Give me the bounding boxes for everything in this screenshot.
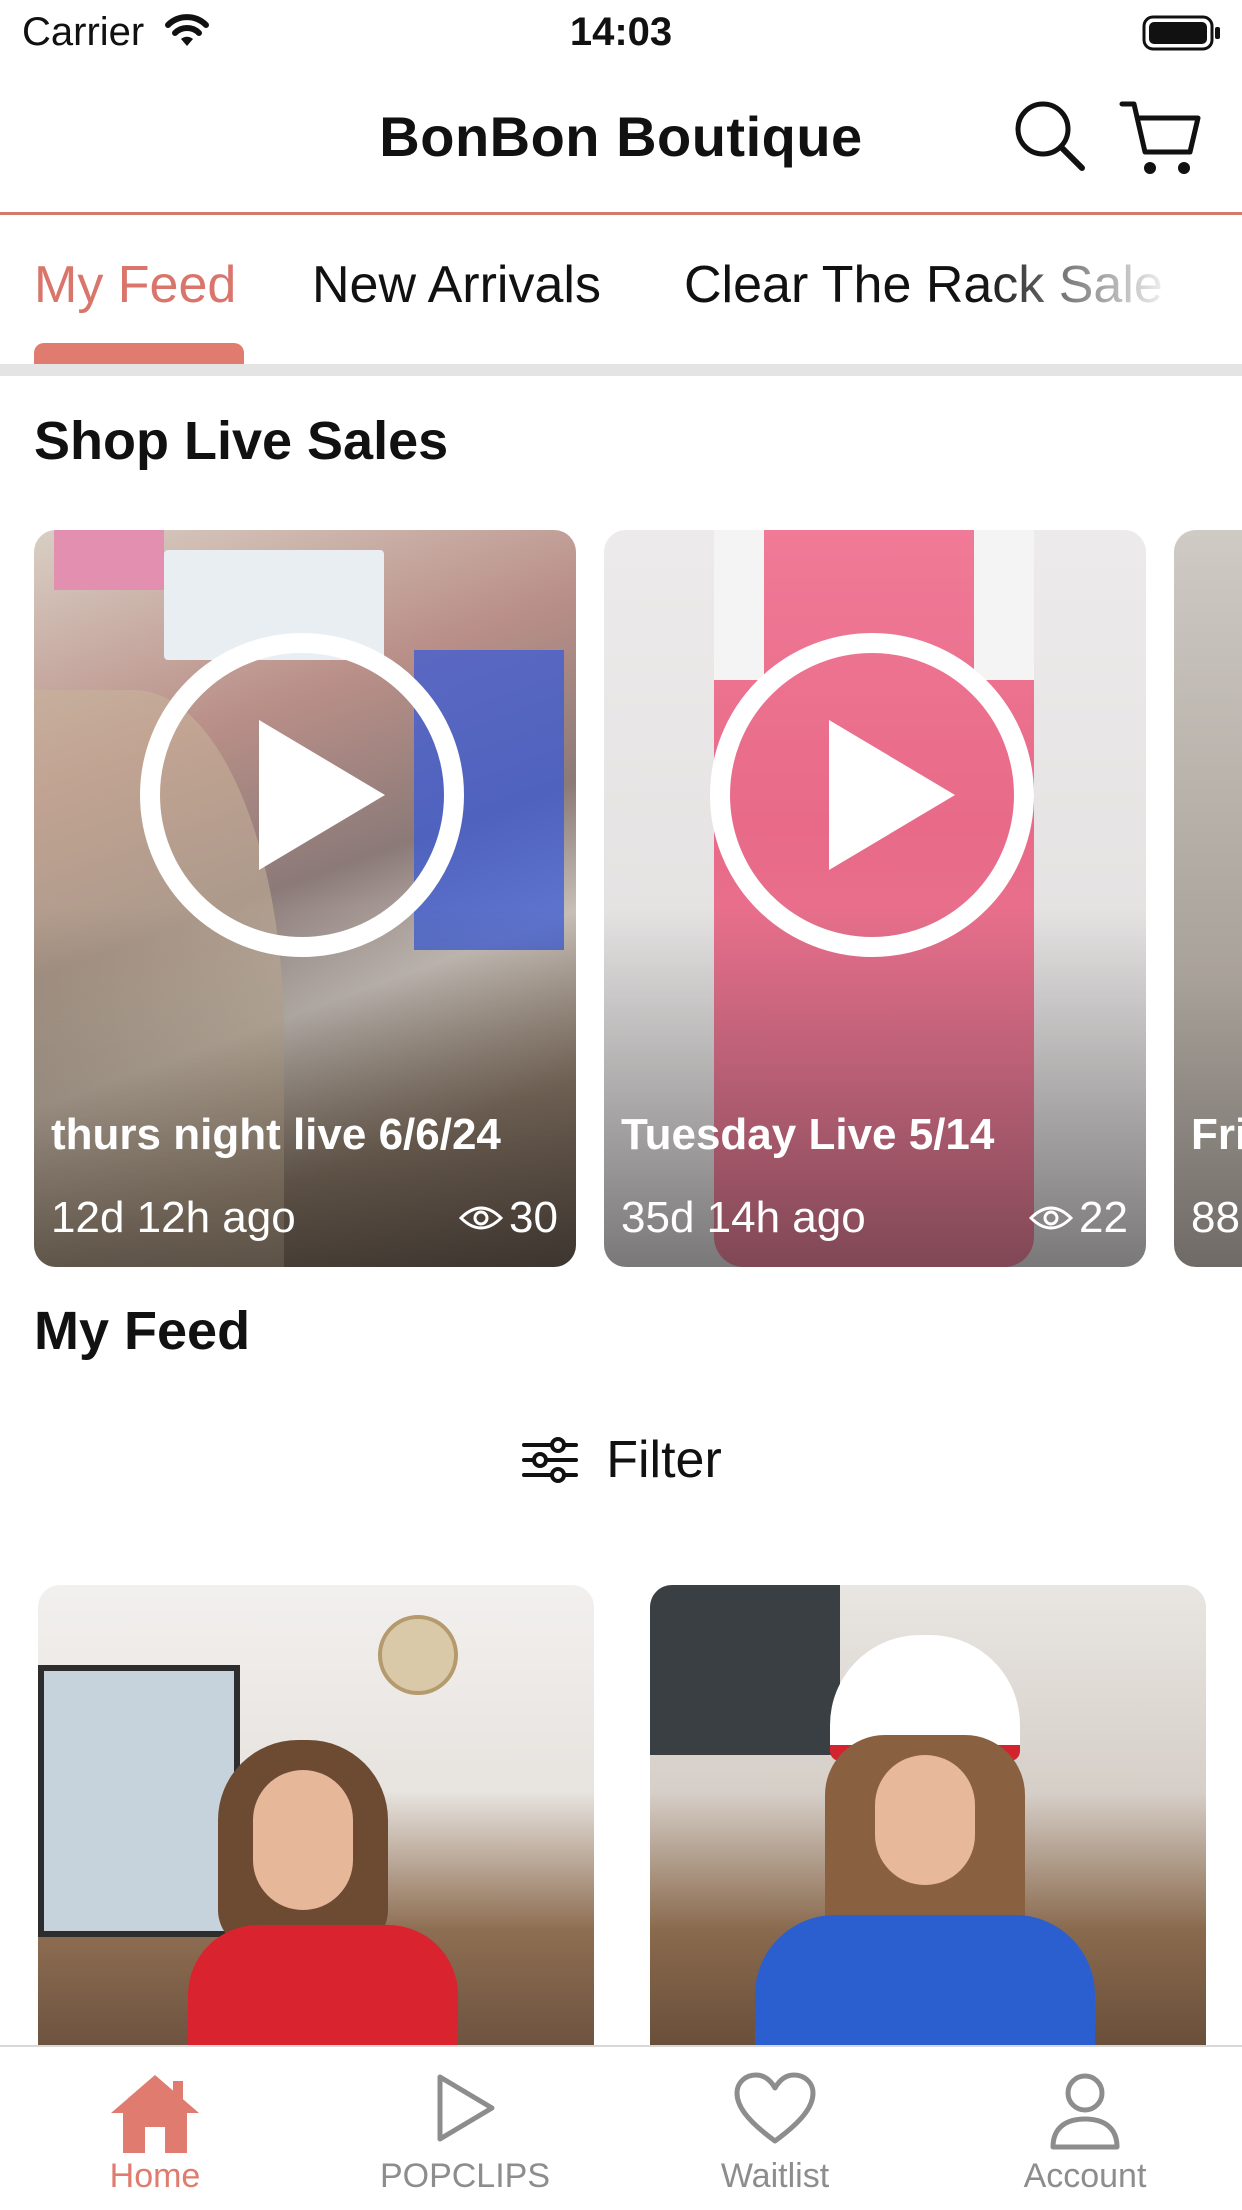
nav-waitlist[interactable]: Waitlist [620, 2047, 930, 2210]
eye-icon [1029, 1206, 1074, 1230]
play-icon[interactable] [707, 630, 1037, 960]
feed-item-card[interactable] [650, 1585, 1206, 2045]
views-count: 30 [509, 1193, 558, 1242]
nav-popclips-label: POPCLIPS [379, 2157, 551, 2195]
play-icon[interactable] [137, 630, 467, 960]
home-icon [111, 2075, 199, 2153]
status-time: 14:03 [569, 10, 673, 54]
tabs-fade-overlay [980, 215, 1242, 365]
person-face-image [875, 1755, 975, 1885]
status-bar: Carrier 14:03 [0, 0, 1242, 66]
eye-icon [459, 1206, 504, 1230]
search-icon[interactable] [1010, 96, 1090, 176]
heart-icon [734, 2072, 816, 2144]
live-sale-time: 12d 12h ago [51, 1193, 296, 1242]
nav-home-label: Home [109, 2157, 201, 2195]
live-sale-title: Fri [1191, 1110, 1242, 1159]
nav-account[interactable]: Account [930, 2047, 1240, 2210]
tabs-divider [0, 364, 1242, 376]
live-sales-heading: Shop Live Sales [34, 411, 449, 471]
blue-jersey-image [755, 1915, 1095, 2045]
tab-new-arrivals[interactable]: New Arrivals [312, 255, 601, 315]
live-sale-time: 35d 14h ago [621, 1193, 866, 1242]
person-icon [1050, 2073, 1120, 2150]
app-header: BonBon Boutique [0, 66, 1242, 215]
live-sale-card[interactable]: thurs night live 6/6/24 12d 12h ago 30 [34, 530, 576, 1267]
nav-account-label: Account [1023, 2157, 1147, 2195]
live-sale-views: 22 [1029, 1193, 1128, 1243]
live-sale-title: thurs night live 6/6/24 [51, 1110, 501, 1159]
battery-icon [1142, 15, 1220, 51]
window-frame-image [650, 1585, 840, 1755]
bottom-tab-bar: Home POPCLIPS Waitlist Account [0, 2045, 1242, 2210]
feed-item-card[interactable] [38, 1585, 594, 2045]
nav-waitlist-label: Waitlist [720, 2157, 830, 2195]
my-feed-heading: My Feed [34, 1301, 251, 1361]
nav-home[interactable]: Home [0, 2047, 310, 2210]
live-sale-title: Tuesday Live 5/14 [621, 1110, 995, 1159]
category-tabs: My Feed New Arrivals Clear The Rack Sale [0, 215, 1242, 365]
sliders-icon [522, 1437, 579, 1483]
tab-my-feed[interactable]: My Feed [34, 255, 236, 315]
red-sweater-image [188, 1925, 458, 2045]
live-sale-card[interactable]: Tuesday Live 5/14 35d 14h ago 22 [604, 530, 1146, 1267]
hanging-clothes-image [54, 530, 164, 590]
cart-icon[interactable] [1118, 96, 1204, 182]
active-tab-indicator [34, 343, 244, 365]
live-sale-card[interactable]: Fri 88 [1174, 530, 1242, 1267]
live-sale-views: 30 [459, 1193, 558, 1243]
filter-button[interactable]: Filter [0, 1430, 1242, 1490]
play-icon [437, 2074, 495, 2142]
nav-popclips[interactable]: POPCLIPS [310, 2047, 620, 2210]
filter-label: Filter [606, 1431, 722, 1489]
wall-clock-image [378, 1615, 458, 1695]
live-sale-time: 88 [1191, 1193, 1240, 1242]
views-count: 22 [1079, 1193, 1128, 1242]
person-face-image [253, 1770, 353, 1910]
window-image [38, 1665, 240, 1937]
